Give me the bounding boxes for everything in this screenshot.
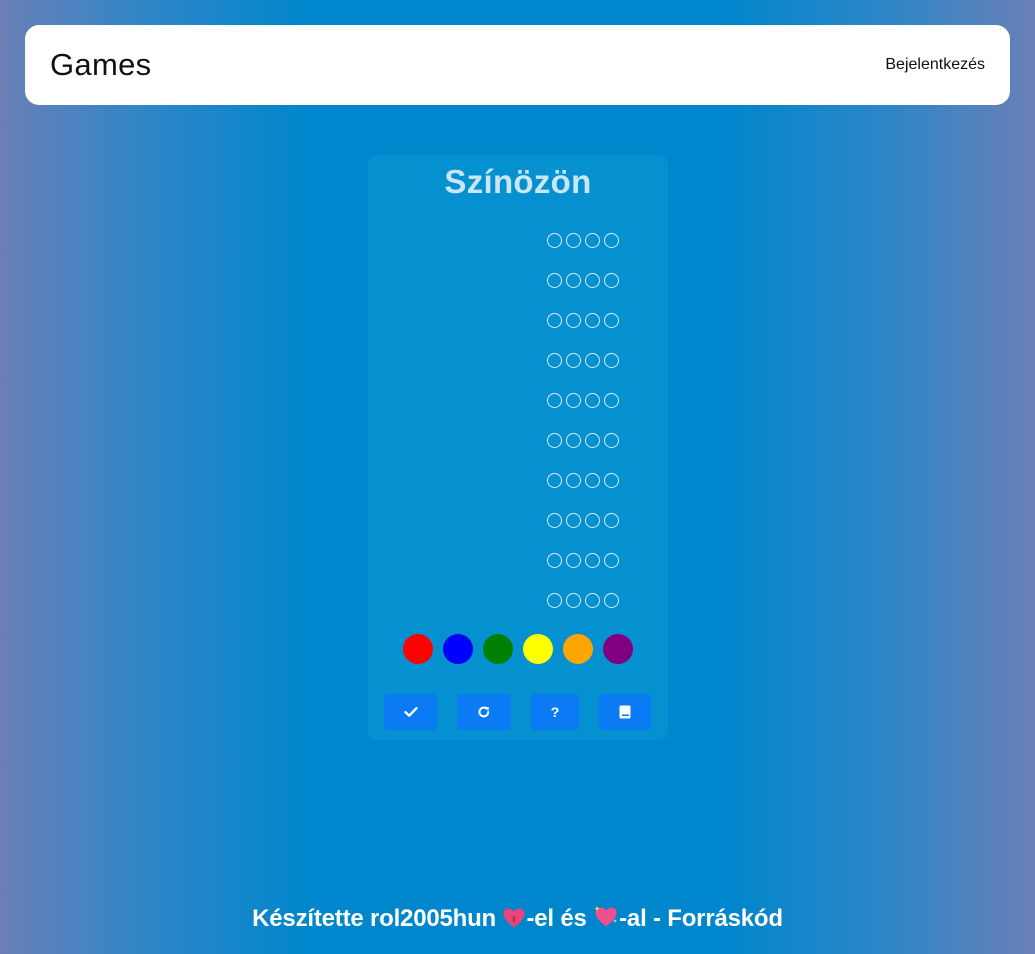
game-title: Színözön: [444, 163, 592, 200]
guess-row: [547, 580, 619, 620]
source-code-link[interactable]: Forráskód: [667, 905, 783, 932]
sparkling-heart-icon: [593, 905, 619, 936]
peg-slot[interactable]: [547, 392, 562, 408]
peg-slot[interactable]: [604, 512, 619, 528]
book-icon: [619, 705, 631, 719]
peg-slot[interactable]: [585, 472, 600, 488]
footer: Készítette rol2005hun -el és -al - Forrá…: [0, 905, 1035, 936]
peg-slot[interactable]: [604, 432, 619, 448]
color-swatch-purple[interactable]: [603, 634, 633, 664]
peg-slot[interactable]: [566, 232, 581, 248]
color-palette: [403, 634, 633, 664]
guess-row: [547, 540, 619, 580]
guess-row: [547, 300, 619, 340]
submit-guess-button[interactable]: [384, 694, 437, 730]
game-card: Színözön ?: [368, 155, 668, 740]
guess-row: [547, 220, 619, 260]
color-swatch-green[interactable]: [483, 634, 513, 664]
color-swatch-orange[interactable]: [563, 634, 593, 664]
peg-slot[interactable]: [547, 472, 562, 488]
check-icon: [403, 707, 418, 717]
peg-slot[interactable]: [547, 552, 562, 568]
peg-slot[interactable]: [604, 312, 619, 328]
footer-love-suffix: -el és: [526, 905, 587, 932]
peg-slot[interactable]: [566, 592, 581, 608]
brand-title[interactable]: Games: [50, 47, 151, 83]
guess-row: [547, 500, 619, 540]
peg-slot[interactable]: [604, 352, 619, 368]
redo-icon: [478, 706, 490, 718]
peg-slot[interactable]: [566, 312, 581, 328]
peg-slot[interactable]: [585, 232, 600, 248]
peg-slot[interactable]: [585, 432, 600, 448]
footer-credit: Készítette rol2005hun: [252, 905, 497, 932]
red-heart-icon: [502, 907, 526, 936]
peg-slot[interactable]: [547, 272, 562, 288]
rules-button[interactable]: [599, 694, 651, 730]
help-button[interactable]: ?: [531, 694, 579, 730]
peg-slot[interactable]: [566, 352, 581, 368]
peg-slot[interactable]: [566, 272, 581, 288]
peg-slot[interactable]: [566, 512, 581, 528]
guess-row: [547, 380, 619, 420]
peg-slot[interactable]: [547, 232, 562, 248]
peg-slot[interactable]: [585, 552, 600, 568]
login-link[interactable]: Bejelentkezés: [885, 56, 985, 74]
peg-slot[interactable]: [604, 232, 619, 248]
guess-row: [547, 460, 619, 500]
peg-slot[interactable]: [585, 512, 600, 528]
peg-slot[interactable]: [604, 472, 619, 488]
color-swatch-red[interactable]: [403, 634, 433, 664]
guess-row: [547, 420, 619, 460]
peg-slot[interactable]: [604, 272, 619, 288]
navbar: Games Bejelentkezés: [25, 25, 1010, 105]
peg-slot[interactable]: [585, 352, 600, 368]
peg-slot[interactable]: [585, 592, 600, 608]
peg-slot[interactable]: [547, 432, 562, 448]
peg-slot[interactable]: [604, 392, 619, 408]
peg-slot[interactable]: [566, 432, 581, 448]
guess-row: [547, 260, 619, 300]
peg-slot[interactable]: [547, 312, 562, 328]
peg-slot[interactable]: [585, 272, 600, 288]
peg-slot[interactable]: [566, 472, 581, 488]
restart-button[interactable]: [457, 694, 511, 730]
footer-sparkle-suffix: -al -: [619, 905, 661, 932]
guess-board: [547, 220, 619, 620]
peg-slot[interactable]: [547, 512, 562, 528]
peg-slot[interactable]: [604, 552, 619, 568]
peg-slot[interactable]: [604, 592, 619, 608]
question-icon: ?: [550, 704, 560, 720]
peg-slot[interactable]: [585, 392, 600, 408]
guess-row: [547, 340, 619, 380]
color-swatch-yellow[interactable]: [523, 634, 553, 664]
peg-slot[interactable]: [566, 392, 581, 408]
peg-slot[interactable]: [566, 552, 581, 568]
peg-slot[interactable]: [585, 312, 600, 328]
peg-slot[interactable]: [547, 592, 562, 608]
peg-slot[interactable]: [547, 352, 562, 368]
color-swatch-blue[interactable]: [443, 634, 473, 664]
